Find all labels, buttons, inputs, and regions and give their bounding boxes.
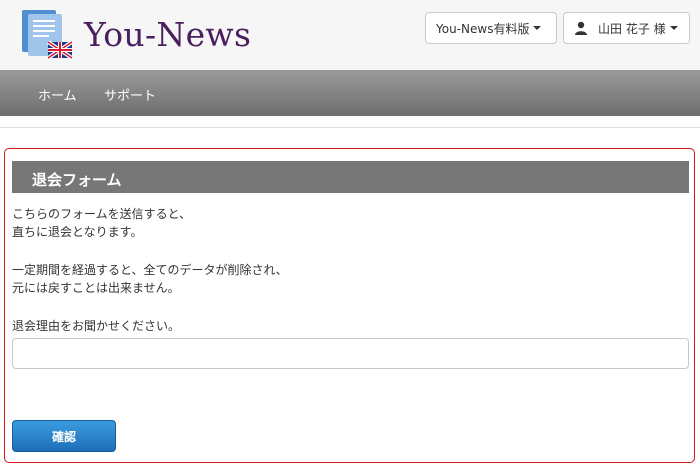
user-icon <box>575 21 587 35</box>
header: You-News You-News有料版 山田 花子 様 <box>0 0 700 70</box>
caret-down-icon <box>669 26 678 30</box>
navbar: ホーム サポート <box>0 70 700 116</box>
form-title: 退会フォーム <box>12 161 689 193</box>
nav-item-support[interactable]: サポート <box>104 85 156 104</box>
plan-menu-button[interactable]: You-News有料版 <box>425 12 557 44</box>
form-text-line: 一定期間を経過すると、全てのデータが削除され、 <box>12 263 288 277</box>
form-text-line: 直ちに退会となります。 <box>12 225 143 239</box>
reason-input[interactable] <box>12 338 689 369</box>
form-text-line: こちらのフォームを送信すると、 <box>12 207 192 221</box>
confirm-button[interactable]: 確認 <box>12 420 116 452</box>
user-menu-button[interactable]: 山田 花子 様 <box>563 12 690 44</box>
form-text-line: 元には戻すことは出来ません。 <box>12 281 180 295</box>
plan-menu-label: You-News有料版 <box>436 21 530 36</box>
reason-label: 退会理由をお聞かせください。 <box>12 319 181 333</box>
divider <box>0 127 700 128</box>
nav-item-home[interactable]: ホーム <box>38 85 77 104</box>
brand-title[interactable]: You-News <box>84 15 251 54</box>
caret-down-icon <box>533 26 542 30</box>
newspaper-flag-icon <box>22 10 74 60</box>
user-menu-label: 山田 花子 様 <box>598 21 666 36</box>
withdrawal-form-panel: 退会フォーム こちらのフォームを送信すると、 直ちに退会となります。 一定期間を… <box>4 148 695 463</box>
